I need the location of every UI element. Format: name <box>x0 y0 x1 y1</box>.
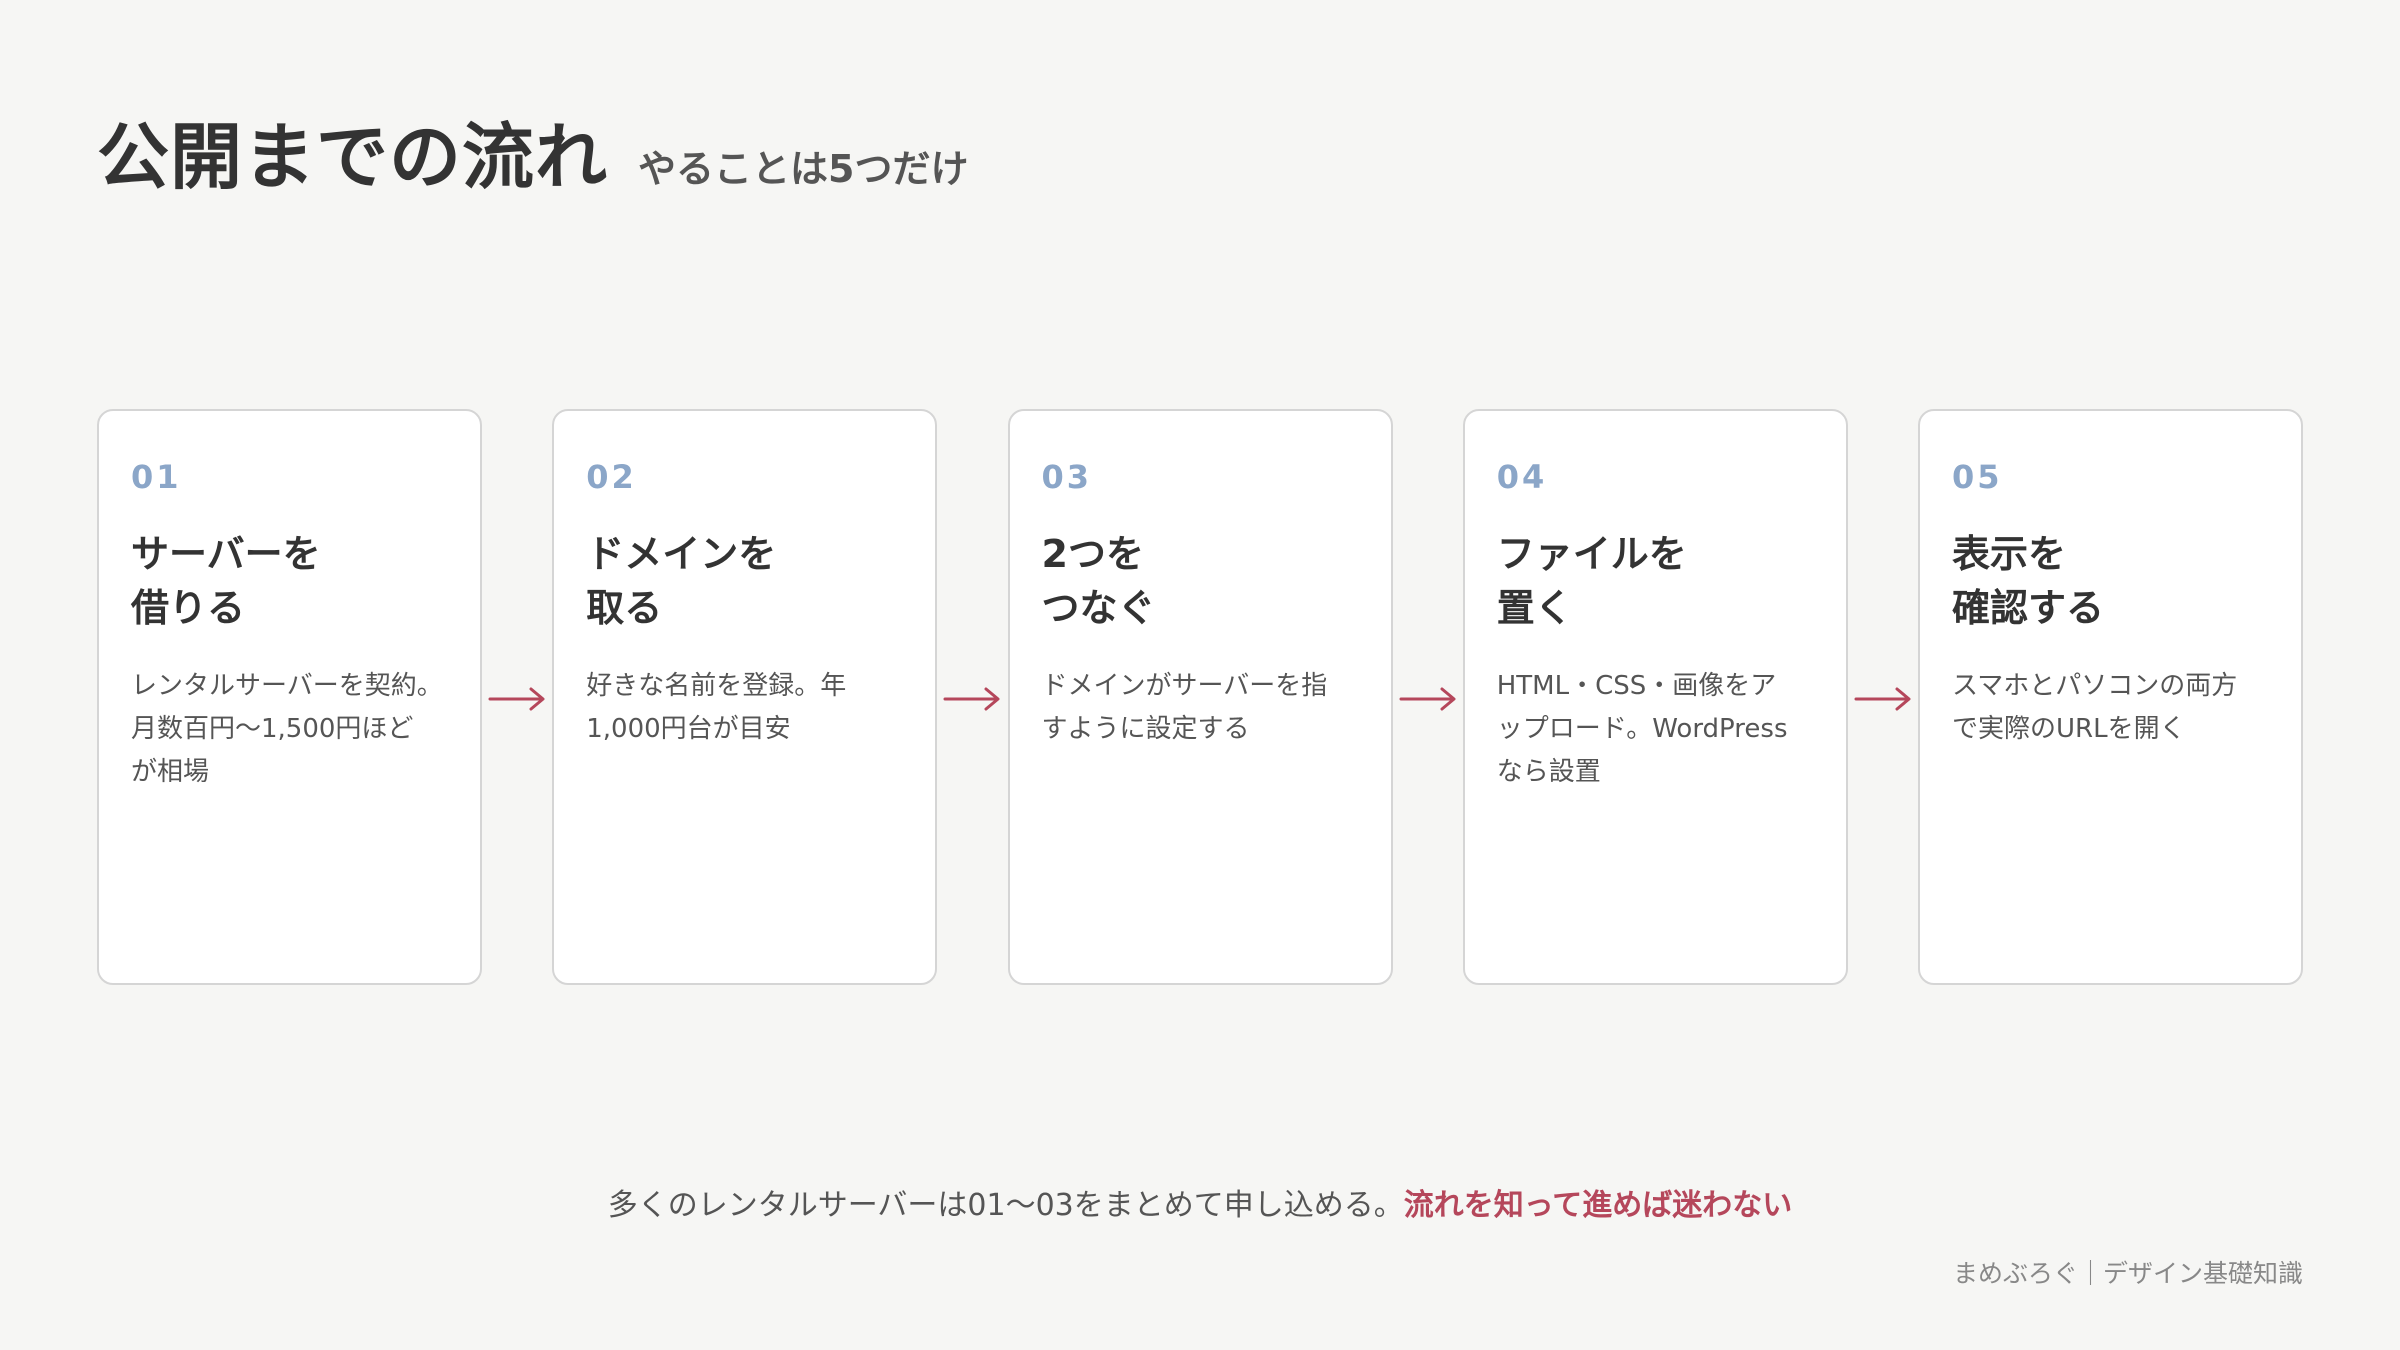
step-card-02: 02 ドメインを 取る 好きな名前を登録。年 1,000円台が目安 <box>552 409 938 985</box>
source-credit: まめぶろぐ｜デザイン基礎知識 <box>1952 1259 2303 1288</box>
summary-text: 多くのレンタルサーバーは01〜03をまとめて申し込める。 <box>607 1188 1404 1223</box>
step-description: 好きな名前を登録。年 1,000円台が目安 <box>586 671 847 744</box>
step-title: 表示を 確認する <box>1952 532 2105 630</box>
step-number: 01 <box>131 458 182 496</box>
page-subtitle: やることは5つだけ <box>638 147 969 191</box>
step-number: 02 <box>586 458 637 496</box>
arrow-right-icon <box>1848 409 1918 989</box>
page-header: 公開までの流れ やることは5つだけ <box>97 98 968 203</box>
arrow-right-icon <box>937 409 1007 989</box>
step-card-05: 05 表示を 確認する スマホとパソコンの両方 で実際のURLを開く <box>1918 409 2303 985</box>
step-number: 03 <box>1041 458 1093 496</box>
step-card-04: 04 ファイルを 置く HTML・CSS・画像をア ップロード。WordPres… <box>1462 409 1848 985</box>
summary-note: 多くのレンタルサーバーは01〜03をまとめて申し込める。流れを知って進めば迷わな… <box>0 1180 2400 1224</box>
step-description: ドメインがサーバーを指 すように設定する <box>1041 671 1328 744</box>
arrow-right-icon <box>482 409 552 989</box>
step-description: HTML・CSS・画像をア ップロード。WordPress なら設置 <box>1496 671 1788 787</box>
step-description: スマホとパソコンの両方 で実際のURLを開く <box>1952 671 2238 744</box>
step-number: 05 <box>1952 458 2003 496</box>
step-card-03: 03 2つを つなぐ ドメインがサーバーを指 すように設定する <box>1007 409 1393 985</box>
step-number: 04 <box>1496 458 1548 496</box>
step-title: 2つを つなぐ <box>1041 532 1156 630</box>
step-title: ドメインを 取る <box>586 532 777 630</box>
step-description: レンタルサーバーを契約。 月数百円〜1,500円ほど が相場 <box>131 671 443 787</box>
summary-accent-text: 流れを知って進めば迷わない <box>1403 1188 1793 1223</box>
steps-flow: 01 サーバーを 借りる レンタルサーバーを契約。 月数百円〜1,500円ほど … <box>97 409 2303 989</box>
step-title: ファイルを 置く <box>1496 532 1687 630</box>
step-card-01: 01 サーバーを 借りる レンタルサーバーを契約。 月数百円〜1,500円ほど … <box>97 409 482 985</box>
arrow-right-icon <box>1393 409 1463 989</box>
step-title: サーバーを 借りる <box>131 532 321 630</box>
page-title: 公開までの流れ <box>97 115 609 199</box>
